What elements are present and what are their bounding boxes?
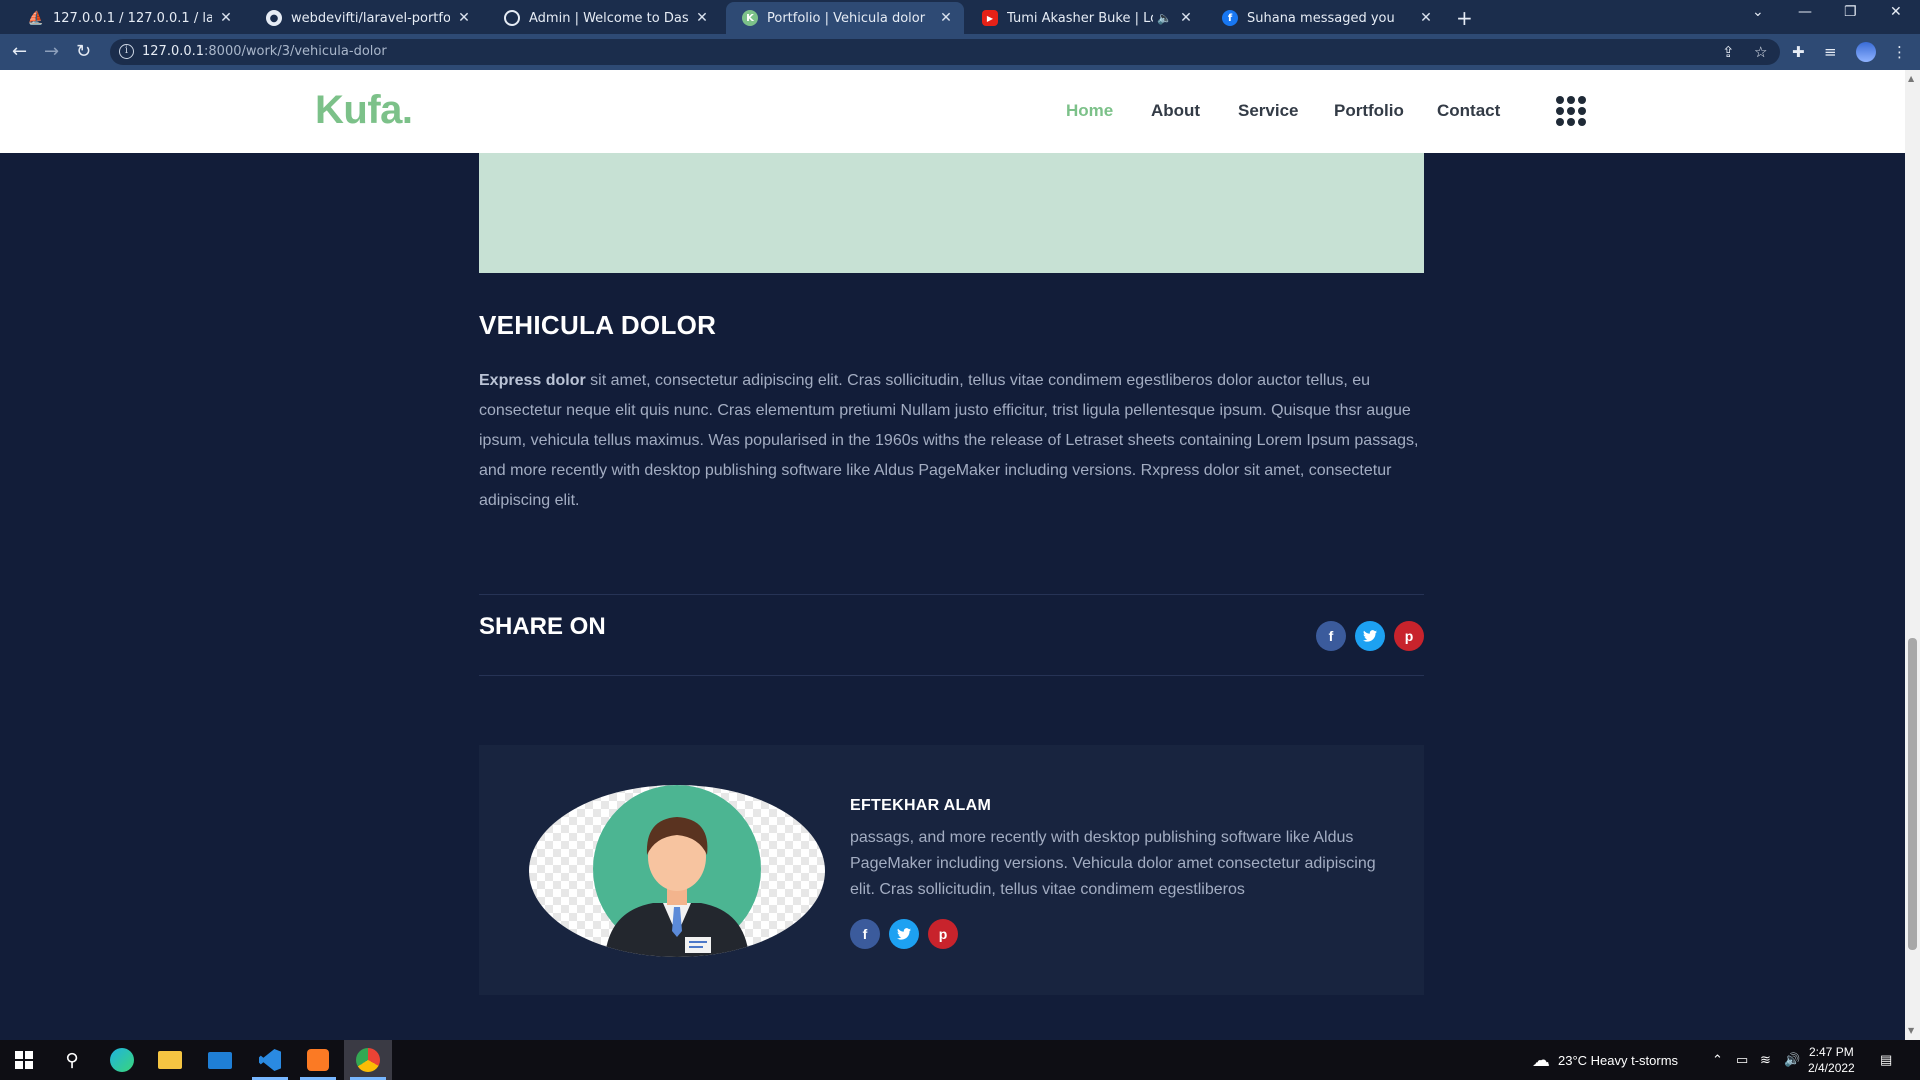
author-name: EFTEKHAR ALAM	[850, 797, 992, 814]
clock-date: 2/4/2022	[1808, 1061, 1855, 1075]
facebook-share-icon[interactable]: f	[1316, 621, 1346, 651]
restore-button[interactable]: ❐	[1844, 4, 1857, 20]
volume-icon[interactable]: 🔊	[1784, 1040, 1800, 1080]
close-icon[interactable]: ✕	[1418, 10, 1434, 26]
youtube-icon: ▶	[982, 10, 998, 26]
address-bar[interactable]: i 127.0.0.1:8000/work/3/vehicula-dolor	[110, 39, 1780, 65]
vscode-icon[interactable]	[246, 1040, 294, 1080]
post-title: VEHICULA DOLOR	[479, 310, 717, 340]
author-facebook-icon[interactable]: f	[850, 919, 880, 949]
browser-toolbar: ← → ↻ i 127.0.0.1:8000/work/3/vehicula-d…	[0, 34, 1920, 70]
twitter-share-icon[interactable]	[1355, 621, 1385, 651]
tab-portfolio-active[interactable]: K Portfolio | Vehicula dolor ✕	[726, 2, 964, 34]
close-icon[interactable]: ✕	[938, 10, 954, 26]
speaker-icon[interactable]: 🔈	[1157, 11, 1172, 25]
back-icon[interactable]: ←	[12, 41, 27, 62]
close-icon[interactable]: ✕	[456, 10, 472, 26]
profile-avatar[interactable]	[1856, 42, 1876, 62]
share-icon[interactable]: ⇪	[1722, 43, 1735, 61]
weather-text: 23°C Heavy t-storms	[1558, 1052, 1679, 1068]
pinterest-share-icon[interactable]: p	[1394, 621, 1424, 651]
chrome-icon[interactable]	[344, 1040, 392, 1080]
globe-icon	[504, 10, 520, 26]
tab-title: Suhana messaged you	[1247, 10, 1395, 26]
windows-start-icon[interactable]	[0, 1040, 48, 1080]
mail-icon[interactable]	[196, 1040, 244, 1080]
tab-title: Tumi Akasher Buke | Lofi | Khuda	[1007, 10, 1153, 26]
github-icon: ●	[266, 10, 282, 26]
nav-about[interactable]: About	[1151, 101, 1200, 121]
tab-phpmyadmin[interactable]: ⛵ 127.0.0.1 / 127.0.0.1 / laravel_kufa ✕	[12, 2, 244, 34]
extensions-icon[interactable]: ✚	[1792, 43, 1805, 61]
author-bio: passags, and more recently with desktop …	[850, 829, 1376, 898]
browser-tab-strip: ⛵ 127.0.0.1 / 127.0.0.1 / laravel_kufa ✕…	[0, 0, 1920, 34]
reload-icon[interactable]: ↻	[76, 41, 91, 62]
tab-github[interactable]: ● webdevifti/laravel-portfolio-develop ✕	[250, 2, 482, 34]
close-icon[interactable]: ✕	[1178, 10, 1194, 26]
tab-title: 127.0.0.1 / 127.0.0.1 / laravel_kufa	[53, 10, 212, 26]
nav-home[interactable]: Home	[1066, 101, 1113, 121]
url-text[interactable]: 127.0.0.1:8000/work/3/vehicula-dolor	[142, 44, 387, 59]
share-section: SHARE ON f p	[479, 594, 1424, 676]
menu-kebab-icon[interactable]: ⋮	[1892, 43, 1907, 61]
search-icon[interactable]: ⚲	[48, 1040, 96, 1080]
nav-service[interactable]: Service	[1238, 101, 1299, 121]
author-twitter-icon[interactable]	[889, 919, 919, 949]
weather-widget[interactable]: ☁ 23°C Heavy t-storms	[1532, 1040, 1678, 1080]
author-card: EFTEKHAR ALAM passags, and more recently…	[479, 745, 1424, 995]
site-header: Kufa. Home About Service Portfolio Conta…	[0, 70, 1905, 153]
tab-title: webdevifti/laravel-portfolio-develop	[291, 10, 450, 26]
clock-time: 2:47 PM	[1809, 1045, 1854, 1059]
scroll-up-icon[interactable]: ▲	[1908, 74, 1914, 83]
file-explorer-icon[interactable]	[146, 1040, 194, 1080]
tab-title: Admin | Welcome to Dashboard	[529, 10, 688, 26]
scrollbar-thumb[interactable]	[1908, 638, 1917, 950]
page-viewport: Kufa. Home About Service Portfolio Conta…	[0, 70, 1905, 1040]
portfolio-hero-image	[479, 153, 1424, 273]
site-info-icon[interactable]: i	[119, 44, 134, 59]
nav-contact[interactable]: Contact	[1437, 101, 1500, 121]
page-scrollbar[interactable]: ▲ ▼	[1905, 70, 1920, 1040]
network-icon[interactable]: ≋	[1760, 1040, 1771, 1080]
author-avatar	[529, 785, 825, 957]
author-pinterest-icon[interactable]: p	[928, 919, 958, 949]
site-logo[interactable]: Kufa.	[315, 88, 413, 133]
post-body-lead: Express dolor	[479, 372, 586, 389]
post-body: Express dolor sit amet, consectetur adip…	[479, 366, 1424, 516]
post-body-text: sit amet, consectetur adipiscing elit. C…	[479, 372, 1419, 509]
media-control-icon[interactable]: ≡	[1824, 43, 1837, 61]
facebook-icon: f	[1222, 10, 1238, 26]
meet-now-icon[interactable]: ▭	[1736, 1040, 1748, 1080]
kufa-icon: K	[742, 10, 758, 26]
tab-title: Portfolio | Vehicula dolor	[767, 10, 926, 26]
minimize-button[interactable]: —	[1798, 4, 1812, 20]
scroll-down-icon[interactable]: ▼	[1908, 1026, 1914, 1035]
nav-portfolio[interactable]: Portfolio	[1334, 101, 1404, 121]
windows-taskbar: ⚲ ☁ 23°C Heavy t-storms ⌃ ▭ ≋ 🔊 2:47 PM …	[0, 1040, 1920, 1080]
share-title: SHARE ON	[479, 613, 606, 640]
tab-admin-dashboard[interactable]: Admin | Welcome to Dashboard ✕	[488, 2, 720, 34]
taskbar-clock[interactable]: 2:47 PM 2/4/2022	[1808, 1044, 1855, 1076]
close-window-button[interactable]: ✕	[1890, 4, 1902, 20]
xampp-icon[interactable]	[294, 1040, 342, 1080]
bookmark-star-icon[interactable]: ☆	[1754, 43, 1767, 61]
close-icon[interactable]: ✕	[218, 10, 234, 26]
tray-overflow-icon[interactable]: ⌃	[1712, 1040, 1723, 1080]
tab-facebook[interactable]: f Suhana messaged you ✕	[1206, 2, 1444, 34]
weather-cloud-icon: ☁	[1532, 1049, 1550, 1070]
grid-menu-icon[interactable]	[1556, 96, 1586, 126]
new-tab-button[interactable]: +	[1456, 6, 1473, 30]
phpmyadmin-icon: ⛵	[27, 10, 45, 26]
close-icon[interactable]: ✕	[694, 10, 710, 26]
edge-icon[interactable]	[98, 1040, 146, 1080]
notification-icon[interactable]: ▤	[1880, 1040, 1892, 1080]
forward-icon[interactable]: →	[44, 41, 59, 62]
tab-youtube[interactable]: ▶ Tumi Akasher Buke | Lofi | Khuda 🔈 ✕	[966, 2, 1204, 34]
tab-search-icon[interactable]: ⌄	[1752, 4, 1764, 20]
